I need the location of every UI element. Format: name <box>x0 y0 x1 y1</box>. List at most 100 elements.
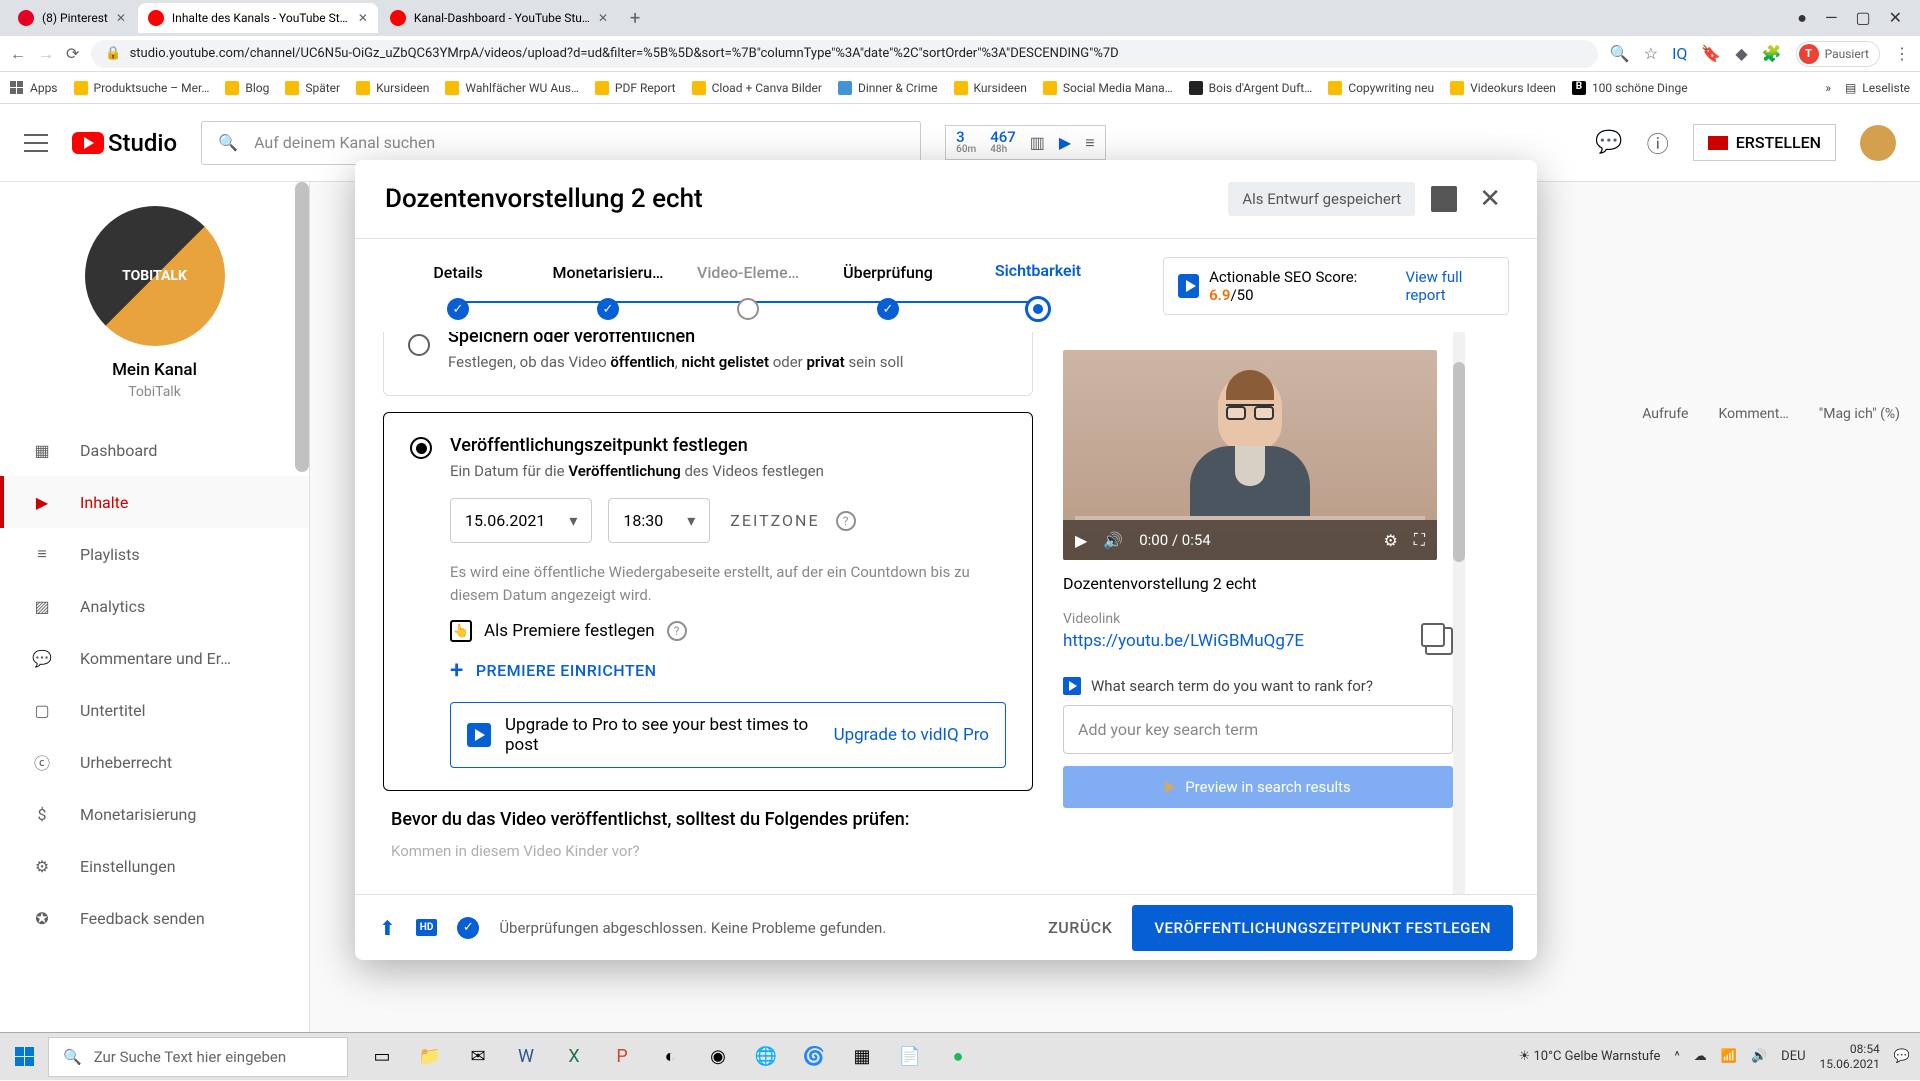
settings-icon[interactable]: ⚙ <box>1383 531 1397 550</box>
studio-logo[interactable]: Studio <box>72 129 177 157</box>
step-details[interactable]: Details✓ <box>383 263 533 320</box>
play-icon[interactable]: ▶ <box>1075 531 1087 550</box>
explorer-icon[interactable]: 📁 <box>408 1037 452 1077</box>
extension-icon[interactable]: 🔖 <box>1701 44 1721 63</box>
step-monetization[interactable]: Monetarisieru…✓ <box>533 263 683 320</box>
bookmark-item[interactable]: Social Media Mana… <box>1043 81 1173 95</box>
weather-widget[interactable]: ☀ 10°C Gelbe Warnstufe <box>1519 1049 1661 1064</box>
reload-icon[interactable]: ⟳ <box>66 44 79 63</box>
bookmark-item[interactable]: Kursideen <box>954 81 1027 95</box>
extensions-icon[interactable]: 🧩 <box>1762 44 1782 63</box>
sidebar-item-subtitles[interactable]: ▢Untertitel <box>0 684 309 736</box>
close-window-icon[interactable]: ✕ <box>1889 8 1902 28</box>
keyword-input[interactable]: Add your key search term <box>1063 705 1453 754</box>
back-button[interactable]: ZURÜCK <box>1048 918 1112 937</box>
start-button[interactable] <box>0 1033 48 1081</box>
help-icon[interactable]: ⓘ <box>1647 127 1669 159</box>
search-icon[interactable]: 🔍 <box>1610 44 1630 63</box>
powerpoint-icon[interactable]: P <box>600 1037 644 1077</box>
seo-report-link[interactable]: View full report <box>1405 268 1494 304</box>
browser-tab[interactable]: (8) Pinterest ✕ <box>8 3 136 33</box>
new-tab-button[interactable]: + <box>620 8 650 29</box>
maximize-icon[interactable]: ▢ <box>1855 8 1870 28</box>
taskview-icon[interactable]: ▭ <box>360 1037 404 1077</box>
bookmark-item[interactable]: Blog <box>225 81 269 95</box>
bookmark-item[interactable]: B100 schöne Dinge <box>1572 81 1688 95</box>
premiere-toggle[interactable]: 👆 Als Premiere festlegen ? <box>450 620 1006 642</box>
back-icon[interactable]: ← <box>10 44 26 64</box>
sidebar-item-monetization[interactable]: $Monetarisierung <box>0 788 309 840</box>
app-icon[interactable]: ◐ <box>648 1037 692 1077</box>
close-icon[interactable]: ✕ <box>598 11 608 25</box>
bookmark-item[interactable]: Bois d'Argent Duft… <box>1189 81 1313 95</box>
menu-icon[interactable]: ⋮ <box>1894 44 1910 63</box>
sidebar-scrollbar[interactable] <box>295 182 309 612</box>
apps-button[interactable]: Apps <box>10 81 58 95</box>
step-video-elements[interactable]: Video-Eleme… <box>683 263 813 320</box>
taskbar-search[interactable]: 🔍 Zur Suche Text hier eingeben <box>48 1037 348 1077</box>
profile-paused[interactable]: T Pausiert <box>1796 41 1880 67</box>
sidebar-item-copyright[interactable]: ⓒUrheberrecht <box>0 736 309 788</box>
excel-icon[interactable]: X <box>552 1037 596 1077</box>
other-bookmarks-icon[interactable]: » <box>1825 81 1831 95</box>
extension-icon[interactable]: IQ <box>1672 44 1687 63</box>
sidebar-item-content[interactable]: ▶Inhalte <box>0 476 309 528</box>
bookmark-item[interactable]: Videokurs Ideen <box>1450 81 1556 95</box>
copy-icon[interactable] <box>1425 627 1453 655</box>
app-icon[interactable]: ▦ <box>840 1037 884 1077</box>
minimize-icon[interactable]: — <box>1825 8 1838 28</box>
channel-avatar[interactable]: TOBITALK <box>85 206 225 346</box>
forward-icon[interactable]: → <box>38 44 54 64</box>
preview-search-button[interactable]: Preview in search results <box>1063 766 1453 808</box>
channel-search-input[interactable]: 🔍 Auf deinem Kanal suchen <box>201 121 921 165</box>
bookmark-item[interactable]: Später <box>285 81 340 95</box>
reading-list[interactable]: ▤Leseliste <box>1845 81 1910 95</box>
url-input[interactable]: 🔒 studio.youtube.com/channel/UC6N5u-OiGz… <box>91 40 1597 68</box>
mail-icon[interactable]: ✉ <box>456 1037 500 1077</box>
menu-icon[interactable] <box>24 131 48 155</box>
fullscreen-icon[interactable]: ⛶ <box>1414 530 1425 550</box>
obs-icon[interactable]: ◉ <box>696 1037 740 1077</box>
timezone-label[interactable]: ZEITZONE <box>730 511 819 530</box>
create-button[interactable]: ERSTELLEN <box>1693 124 1836 161</box>
close-icon[interactable]: ✕ <box>358 11 368 25</box>
sidebar-item-analytics[interactable]: ▨Analytics <box>0 580 309 632</box>
close-modal-button[interactable]: ✕ <box>1473 184 1507 214</box>
sidebar-item-playlists[interactable]: ≡Playlists <box>0 528 309 580</box>
radio-unselected-icon[interactable] <box>408 334 430 356</box>
save-publish-option[interactable]: Speichern oder veröffentlichen Festlegen… <box>383 332 1033 396</box>
chat-icon[interactable]: 💬 <box>1595 130 1622 155</box>
radio-selected-icon[interactable] <box>410 437 432 459</box>
stats-widget[interactable]: 360m 46748h ▥ ▶ ≡ <box>945 125 1105 160</box>
help-icon[interactable]: ? <box>667 621 687 641</box>
bookmark-item[interactable]: Wahlfächer WU Aus… <box>445 81 579 95</box>
schedule-button[interactable]: VERÖFFENTLICHUNGSZEITPUNKT FESTLEGEN <box>1132 905 1513 951</box>
volume-icon[interactable]: 🔊 <box>1103 531 1123 550</box>
wifi-icon[interactable]: 📶 <box>1721 1049 1737 1064</box>
help-icon[interactable]: ? <box>836 511 856 531</box>
notifications-icon[interactable]: 💬 <box>1894 1049 1910 1064</box>
video-link[interactable]: https://youtu.be/LWiGBMuQg7E <box>1063 631 1304 651</box>
sidebar-item-comments[interactable]: 💬Kommentare und Er… <box>0 632 309 684</box>
premiere-setup-button[interactable]: + PREMIERE EINRICHTEN <box>450 656 1006 684</box>
spotify-icon[interactable]: ● <box>936 1037 980 1077</box>
bookmark-item[interactable]: Cload + Canva Bilder <box>692 81 822 95</box>
step-visibility[interactable]: Sichtbarkeit <box>963 261 1113 322</box>
bookmark-item[interactable]: Produktsuche – Mer… <box>74 81 210 95</box>
extension-icon[interactable]: ◆ <box>1735 44 1747 63</box>
time-select[interactable]: 18:30▾ <box>608 498 710 543</box>
sidebar-item-feedback[interactable]: ✪Feedback senden <box>0 892 309 944</box>
upgrade-link[interactable]: Upgrade to vidIQ Pro <box>834 725 989 745</box>
vidiq-upgrade-box[interactable]: Upgrade to Pro to see your best times to… <box>450 702 1006 768</box>
browser-tab[interactable]: Kanal-Dashboard - YouTube Stu… ✕ <box>380 3 618 33</box>
date-select[interactable]: 15.06.2021▾ <box>450 498 592 543</box>
modal-scrollbar[interactable] <box>1453 332 1465 894</box>
feedback-icon[interactable] <box>1431 186 1457 212</box>
word-icon[interactable]: W <box>504 1037 548 1077</box>
tray-chevron-icon[interactable]: ^ <box>1674 1049 1679 1064</box>
close-icon[interactable]: ✕ <box>116 11 126 25</box>
clock[interactable]: 08:5415.06.2021 <box>1820 1042 1880 1071</box>
bookmark-item[interactable]: Kursideen <box>356 81 429 95</box>
onedrive-icon[interactable]: ☁ <box>1694 1049 1707 1064</box>
bookmark-item[interactable]: Dinner & Crime <box>838 81 938 95</box>
